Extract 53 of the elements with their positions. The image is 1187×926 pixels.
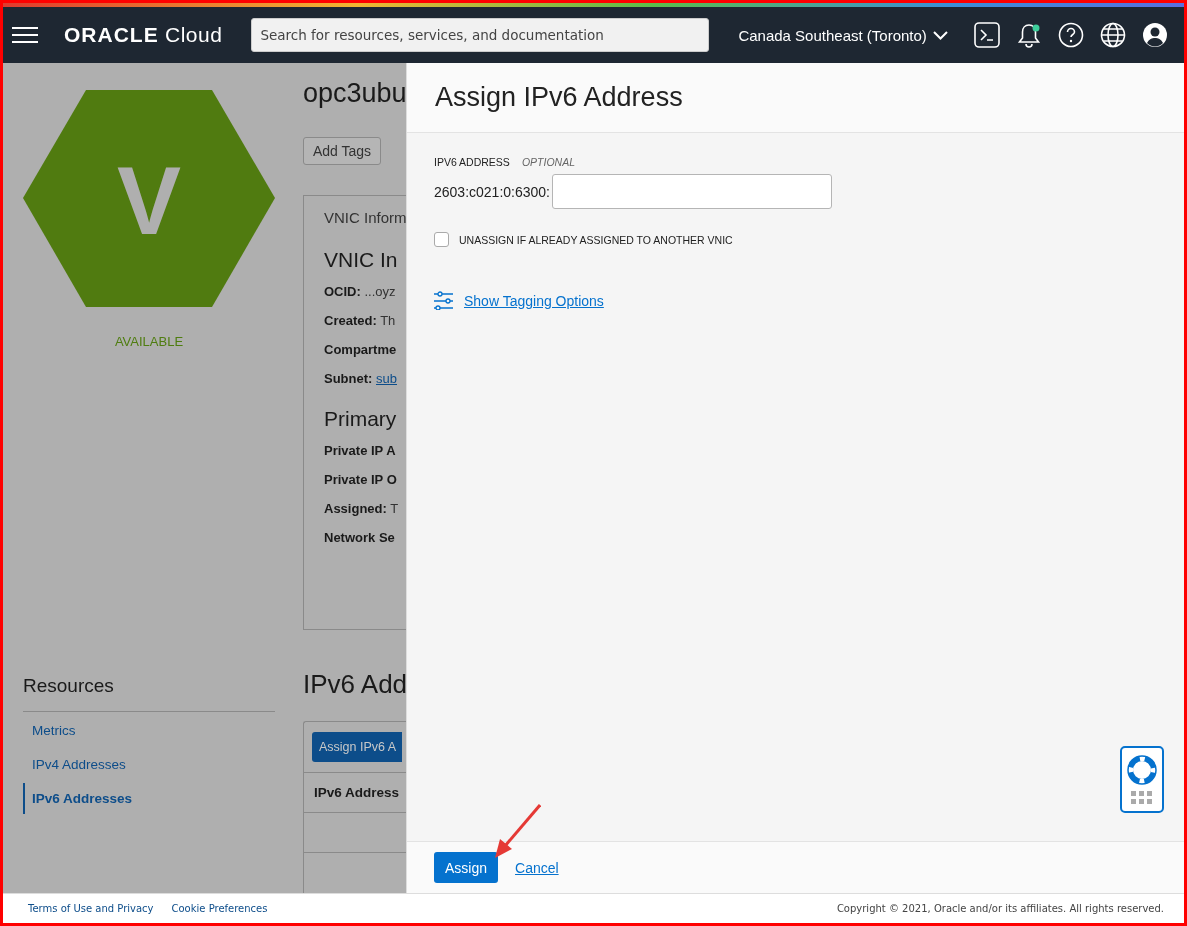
add-tags-button[interactable]: Add Tags [303,137,382,165]
sliders-icon [434,291,453,310]
panel-title: Assign IPv6 Address [435,82,683,113]
lifebuoy-icon[interactable] [1127,754,1157,785]
section-heading: VNIC In [324,248,399,272]
section-heading: IPv6 Add [303,669,406,700]
cancel-link[interactable]: Cancel [515,859,559,876]
help-icon[interactable] [1057,22,1084,48]
ipv6-address-field[interactable] [552,174,832,209]
status-label: AVAILABLE [113,334,185,349]
resource-link[interactable]: Metrics [23,715,275,746]
column-header: IPv6 Address [314,785,400,800]
optional-hint: OPTIONAL [521,156,575,168]
search-field[interactable]: Search for resources, services, and documentation [251,18,710,52]
field-value: Th [380,313,396,328]
field-value: T [390,501,399,516]
status-hexagon: V [23,90,275,307]
bell-icon[interactable] [1015,22,1042,48]
region-selector[interactable]: Canada Southeast (Toronto) [738,26,948,44]
resource-link[interactable]: IPv4 Addresses [23,749,275,780]
field-label: Subnet: [324,371,373,386]
field-label: Created: [324,313,377,328]
address-prefix: 2603:c021:0:6300: [434,183,550,200]
menu-icon[interactable] [12,26,38,44]
checkbox-label: UNASSIGN IF ALREADY ASSIGNED TO ANOTHER VNIC [459,233,733,246]
section-heading: Primary [324,407,398,431]
field-label: Private IP O [324,472,397,487]
annotation-arrow [495,804,541,859]
footer-link[interactable]: Cookie Preferences [171,903,268,914]
footer-link[interactable]: Terms of Use and Privacy [28,903,154,914]
chevron-down-icon[interactable] [932,30,948,40]
subnet-link[interactable]: sub [376,371,397,386]
field-label: IPV6 ADDRESS [434,156,510,168]
field-label: Assigned: [324,501,387,516]
field-label: Network Se [324,530,395,545]
oracle-cloud-logo[interactable]: ORACLE Cloud [64,23,223,47]
assign-button[interactable]: Assign [434,852,499,883]
help-widget[interactable] [1120,746,1164,813]
field-label: Private IP A [324,443,396,458]
assign-button[interactable]: Assign IPv6 A [312,732,403,762]
terminal-icon[interactable] [973,22,1000,48]
user-avatar-icon[interactable] [1141,22,1168,48]
card-tab[interactable]: VNIC Inform [324,209,406,226]
copyright-text: Copyright © 2021, Oracle and/or its affiliates. All rights reserved. [836,903,1164,914]
page-title: opc3ubu [303,78,406,109]
field-label: Compartme [324,342,397,357]
resources-heading: Resources [23,675,275,712]
resource-link[interactable]: IPv6 Addresses [23,783,275,814]
unassign-checkbox[interactable] [434,232,449,247]
show-tagging-options-link[interactable]: Show Tagging Options [464,292,604,309]
field-value: ...oyz [364,284,396,299]
field-label: OCID: [324,284,361,299]
globe-icon[interactable] [1099,22,1126,48]
